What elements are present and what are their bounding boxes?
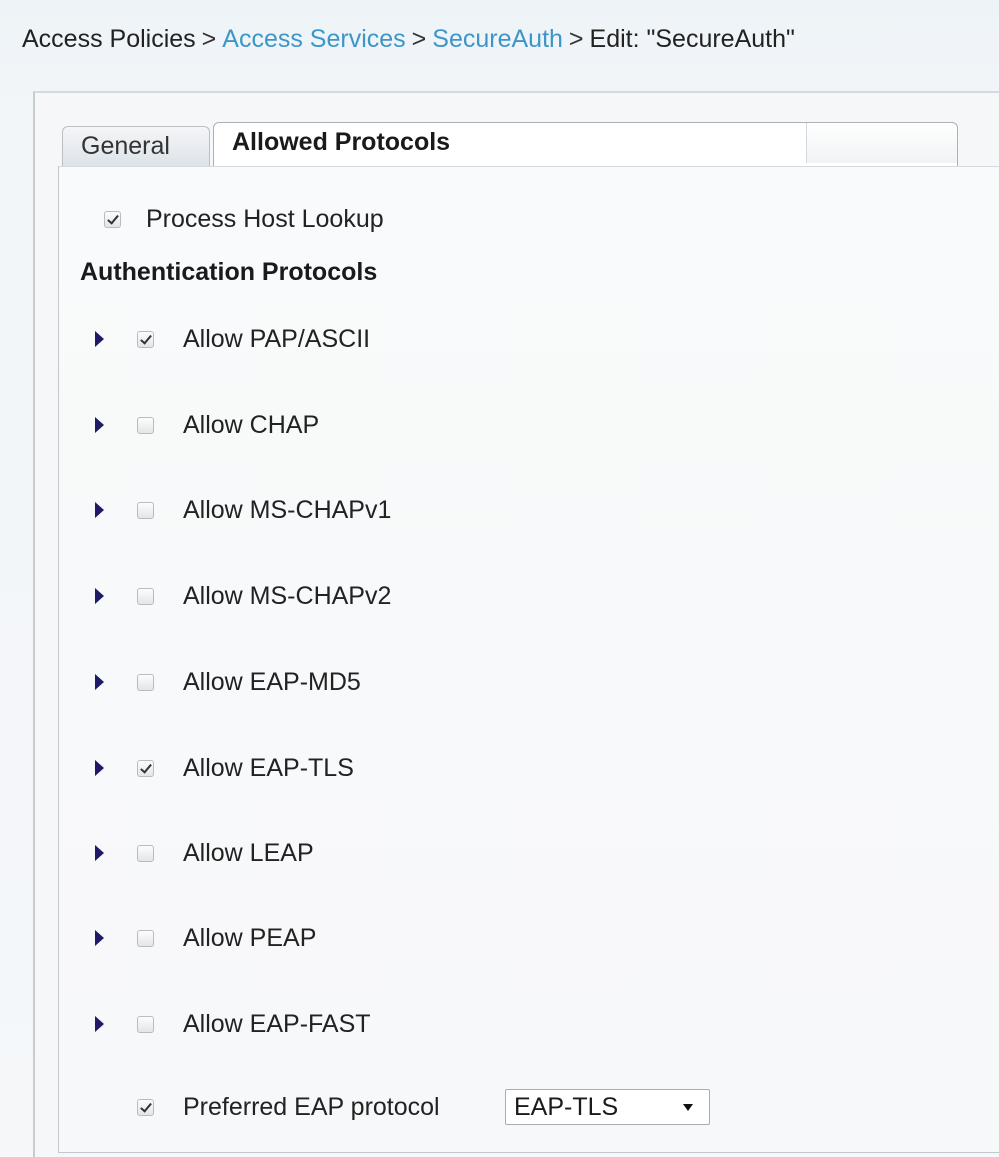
breadcrumb-access-services-link[interactable]: Access Services: [222, 25, 405, 53]
allow-eap-md5-label: Allow EAP-MD5: [183, 667, 361, 696]
allow-pap-ascii-label: Allow PAP/ASCII: [183, 324, 371, 353]
allow-ms-chapv2-label: Allow MS-CHAPv2: [183, 581, 392, 610]
tab-filler: [806, 123, 957, 163]
expand-arrow-icon[interactable]: [95, 1016, 104, 1032]
protocol-row-ms-chapv1: Allow MS-CHAPv1: [95, 492, 391, 528]
allow-leap-label: Allow LEAP: [183, 838, 314, 867]
preferred-eap-select[interactable]: EAP-TLS: [505, 1089, 710, 1125]
expand-arrow-icon[interactable]: [95, 760, 104, 776]
allow-peap-checkbox[interactable]: [137, 929, 154, 947]
tab-bar: General Allowed Protocols: [62, 122, 962, 167]
preferred-eap-label: Preferred EAP protocol: [183, 1092, 440, 1121]
protocol-row-eap-fast: Allow EAP-FAST: [95, 1006, 371, 1042]
allow-peap-label: Allow PEAP: [183, 923, 317, 952]
allow-ms-chapv1-label: Allow MS-CHAPv1: [183, 495, 392, 524]
allow-ms-chapv1-checkbox[interactable]: [137, 501, 154, 519]
allow-eap-tls-checkbox[interactable]: [137, 759, 154, 777]
protocol-row-eap-md5: Allow EAP-MD5: [95, 664, 361, 700]
protocol-row-ms-chapv2: Allow MS-CHAPv2: [95, 578, 391, 614]
tab-allowed-protocols[interactable]: Allowed Protocols: [213, 122, 958, 167]
expand-arrow-icon[interactable]: [95, 674, 104, 690]
breadcrumb-access-policies: Access Policies: [22, 25, 196, 53]
breadcrumb-separator: >: [411, 25, 427, 53]
allow-pap-ascii-checkbox[interactable]: [137, 330, 154, 348]
protocol-row-pap-ascii: Allow PAP/ASCII: [95, 321, 370, 357]
expand-arrow-icon[interactable]: [95, 417, 104, 433]
expand-arrow-icon[interactable]: [95, 502, 104, 518]
expand-arrow-icon[interactable]: [95, 930, 104, 946]
preferred-eap-checkbox[interactable]: [137, 1098, 154, 1116]
tab-general[interactable]: General: [62, 126, 210, 166]
allow-chap-label: Allow CHAP: [183, 410, 320, 439]
authentication-protocols-heading: Authentication Protocols: [80, 258, 378, 286]
preferred-eap-row: Preferred EAP protocol: [137, 1089, 440, 1125]
breadcrumb-secureauth-link[interactable]: SecureAuth: [432, 25, 563, 53]
breadcrumb-separator: >: [568, 25, 584, 53]
allow-eap-md5-checkbox[interactable]: [137, 673, 154, 691]
allowed-protocols-panel: [58, 166, 999, 1153]
allow-eap-fast-checkbox[interactable]: [137, 1015, 154, 1033]
allow-chap-checkbox[interactable]: [137, 416, 154, 434]
protocol-row-leap: Allow LEAP: [95, 835, 314, 871]
expand-arrow-icon[interactable]: [95, 845, 104, 861]
protocol-row-peap: Allow PEAP: [95, 920, 316, 956]
chevron-down-icon: [683, 1104, 693, 1111]
allow-ms-chapv2-checkbox[interactable]: [137, 587, 154, 605]
protocol-row-chap: Allow CHAP: [95, 407, 319, 443]
tab-allowed-protocols-label: Allowed Protocols: [232, 128, 451, 156]
allow-eap-fast-label: Allow EAP-FAST: [183, 1009, 371, 1038]
breadcrumb-current-page: Edit: "SecureAuth": [589, 25, 795, 53]
allow-leap-checkbox[interactable]: [137, 844, 154, 862]
expand-arrow-icon[interactable]: [95, 331, 104, 347]
process-host-lookup-checkbox[interactable]: [104, 210, 121, 228]
preferred-eap-selected-value: EAP-TLS: [514, 1093, 619, 1121]
breadcrumb-separator: >: [201, 25, 217, 53]
allow-eap-tls-label: Allow EAP-TLS: [183, 753, 354, 782]
process-host-lookup-label: Process Host Lookup: [146, 204, 384, 233]
process-host-lookup-row: Process Host Lookup: [104, 201, 384, 237]
breadcrumb: Access Policies > Access Services > SecureAu…: [22, 22, 795, 56]
access-service-edit-page: Access Policies > Access Services > SecureAu…: [0, 0, 999, 1157]
expand-arrow-icon[interactable]: [95, 588, 104, 604]
protocol-row-eap-tls: Allow EAP-TLS: [95, 750, 354, 786]
